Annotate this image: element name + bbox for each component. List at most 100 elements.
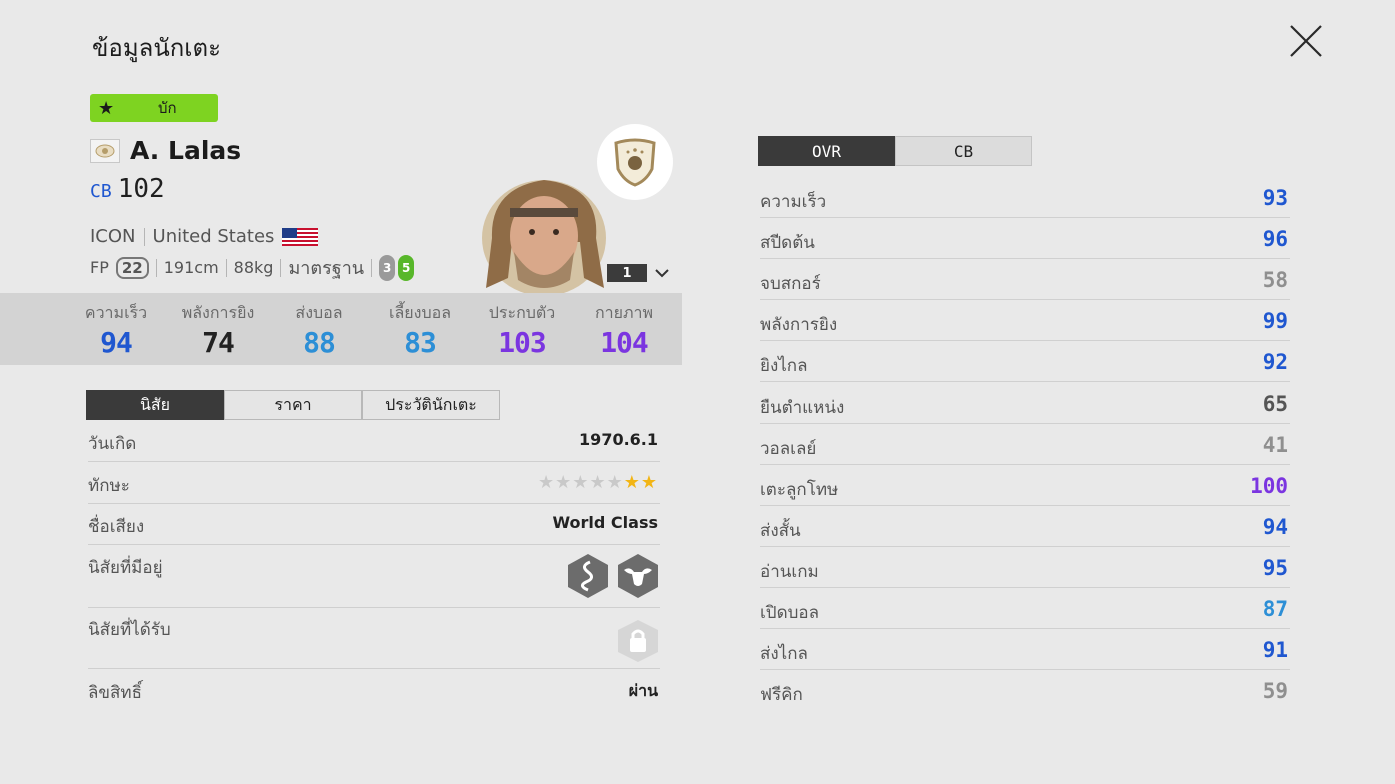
attribute-row: พลังการยิง 99	[760, 301, 1290, 342]
attribute-value: 65	[1262, 391, 1288, 416]
stat-dribbling: เลี้ยงบอล 83	[370, 301, 470, 359]
star-filled-icon: ★	[623, 472, 641, 493]
star-icon: ★	[98, 97, 115, 119]
stat-value: 94	[100, 326, 133, 359]
attribute-row: ฟรีคิก 59	[760, 671, 1290, 711]
player-name-row: A. Lalas	[90, 136, 241, 165]
divider	[155, 258, 157, 277]
info-value: 1970.6.1	[579, 430, 658, 449]
info-row-skill: ทักษะ ★★★★★★★	[88, 472, 660, 504]
bonus-tag: ★ บัก	[90, 94, 218, 122]
info-row-license: ลิขสิทธิ์ ผ่าน	[88, 679, 660, 711]
stat-value: 83	[404, 326, 437, 359]
info-row-acquired-traits: นิสัยที่ได้รับ	[88, 616, 660, 669]
info-label: ชื่อเสียง	[88, 517, 145, 537]
attribute-value: 93	[1262, 186, 1288, 210]
us-flag-icon	[282, 227, 319, 246]
star-empty-icon: ★	[606, 472, 624, 493]
player-name: A. Lalas	[130, 136, 242, 165]
stat-pace: ความเร็ว 94	[66, 301, 166, 359]
attribute-value: 96	[1262, 227, 1288, 252]
attribute-name: เตะลูกโทษ	[760, 479, 839, 500]
info-label: ทักษะ	[88, 476, 130, 496]
stat-label: พลังการยิง	[181, 303, 255, 322]
divider	[143, 227, 145, 246]
player-category: ICON	[90, 226, 136, 247]
tab-ovr[interactable]: OVR	[758, 136, 895, 166]
weak-foot-icon: 3	[379, 254, 396, 281]
player-meta-line-2: FP 22 191cm 88kg มาตรฐาน 3 5	[90, 253, 415, 282]
attribute-name: ฟรีคิก	[760, 685, 803, 706]
attribute-row: ส่งไกล 91	[760, 630, 1290, 671]
divider	[225, 258, 227, 277]
position-ovr: CB 102	[90, 174, 165, 204]
player-portrait-image	[482, 180, 606, 294]
stat-value: 104	[600, 326, 649, 359]
attribute-name: พลังการยิง	[760, 315, 838, 336]
stat-shooting: พลังการยิง 74	[168, 301, 268, 359]
attribute-row: ส่งสั้น 94	[760, 507, 1290, 547]
attribute-name: จบสกอร์	[760, 274, 821, 295]
attribute-value: 94	[1262, 514, 1288, 539]
attribute-name: ส่งไกล	[760, 644, 808, 665]
attribute-name: ยิงไกล	[760, 356, 808, 377]
attribute-row: อ่านเกม 95	[760, 548, 1290, 588]
buffalo-trait-icon[interactable]	[616, 552, 660, 600]
traits-list	[560, 552, 660, 600]
stat-passing: ส่งบอล 88	[269, 301, 369, 359]
star-empty-icon: ★	[538, 472, 556, 493]
attribute-row: ยิงไกล 92	[760, 342, 1290, 383]
player-body-type: มาตรฐาน	[288, 258, 365, 279]
player-nation: United States	[152, 226, 275, 247]
info-tabs: นิสัย ราคา ประวัตินักเตะ	[86, 390, 500, 420]
attribute-value: 58	[1262, 268, 1288, 293]
info-row-traits: นิสัยที่มีอยู่	[88, 554, 660, 608]
tab-price[interactable]: ราคา	[224, 390, 362, 420]
chevron-down-icon[interactable]	[655, 268, 669, 278]
tab-traits[interactable]: นิสัย	[86, 390, 224, 420]
attribute-row: ความเร็ว 93	[760, 178, 1290, 218]
level-value[interactable]: 1	[607, 264, 647, 282]
club-badge-icon	[90, 138, 120, 163]
stat-physical: กายภาพ 104	[574, 301, 674, 359]
skill-stars: ★★★★★★★	[538, 472, 658, 493]
divider	[280, 258, 282, 277]
info-label: นิสัยที่ได้รับ	[88, 620, 171, 640]
tab-cb[interactable]: CB	[895, 136, 1032, 166]
attribute-name: เปิดบอล	[760, 603, 820, 623]
page-title: ข้อมูลนักเตะ	[92, 34, 221, 62]
player-height: 191cm	[163, 258, 219, 277]
attribute-value: 99	[1262, 309, 1288, 334]
close-icon[interactable]	[1287, 22, 1325, 60]
attribute-name: ยืนตำแหน่ง	[760, 397, 845, 418]
attribute-row: วอลเลย์ 41	[760, 425, 1290, 465]
attribute-row: เตะลูกโทษ 100	[760, 466, 1290, 506]
attribute-value: 41	[1262, 432, 1288, 457]
close-button[interactable]	[1287, 22, 1325, 60]
level-selector[interactable]: 1	[607, 264, 669, 282]
stat-label: ประกบตัว	[488, 303, 556, 322]
attribute-value: 91	[1262, 638, 1288, 663]
info-value: ผ่าน	[628, 681, 658, 700]
info-label: นิสัยที่มีอยู่	[88, 558, 163, 578]
fp-label: FP	[90, 258, 109, 277]
attribute-row: จบสกอร์ 58	[760, 260, 1290, 301]
summary-stats-band: ความเร็ว 94 พลังการยิง 74 ส่งบอล 88 เลี้…	[0, 293, 682, 365]
tab-history[interactable]: ประวัตินักเตะ	[362, 390, 500, 420]
attribute-value: 100	[1250, 473, 1288, 498]
stat-label: เลี้ยงบอล	[388, 303, 452, 322]
stat-value: 88	[303, 326, 336, 359]
fp-value: 22	[115, 256, 149, 279]
attribute-value: 92	[1262, 350, 1288, 375]
player-meta-line-1: ICON United States	[90, 226, 319, 247]
info-label: ลิขสิทธิ์	[88, 683, 142, 703]
player-weight: 88kg	[233, 258, 274, 277]
star-empty-icon: ★	[555, 472, 573, 493]
attribute-name: วอลเลย์	[760, 438, 817, 459]
snake-trait-icon[interactable]	[566, 552, 610, 600]
stat-label: กายภาพ	[594, 303, 654, 322]
star-empty-icon: ★	[589, 472, 607, 493]
stat-label: ความเร็ว	[84, 303, 148, 322]
star-empty-icon: ★	[572, 472, 590, 493]
info-value: World Class	[552, 513, 658, 532]
